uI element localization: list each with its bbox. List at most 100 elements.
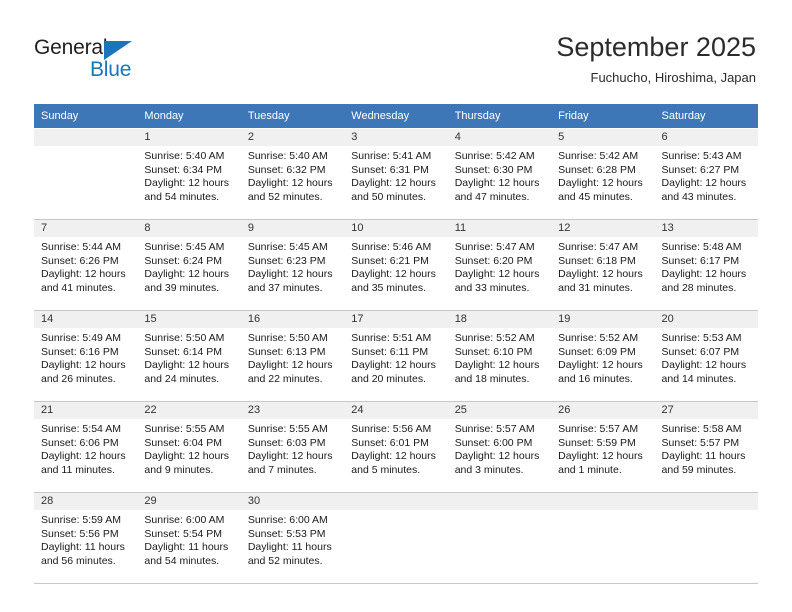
sunrise-text: Sunrise: 5:45 AM [247, 241, 328, 253]
calendar-day-cell[interactable]: 23 Sunrise: 5:55 AM Sunset: 6:03 PM Dayligh… [240, 401, 345, 493]
sunset-text: Sunset: 6:09 PM [558, 345, 636, 358]
calendar-day-cell[interactable]: 14 Sunrise: 5:49 AM Sunset: 6:16 PM Dayligh… [34, 310, 138, 402]
daylight-text-line2: and 1 minute. [558, 463, 622, 476]
daylight-text-line1: Daylight: 11 hours [144, 541, 229, 553]
sunrise-text: Sunrise: 5:47 AM [558, 241, 639, 253]
page-title: September 2025 [556, 32, 756, 62]
day-cell-inner: 11 Sunrise: 5:47 AM Sunset: 6:20 PM Dayligh… [447, 220, 552, 310]
day-cell-inner: 23 Sunrise: 5:55 AM Sunset: 6:03 PM Dayligh… [240, 402, 345, 492]
calendar-day-cell[interactable]: 13 Sunrise: 5:48 AM Sunset: 6:17 PM Dayligh… [654, 219, 758, 311]
daylight-text-line2: and 22 minutes. [247, 372, 323, 385]
weekday-header-sunday: Sunday [34, 104, 138, 129]
calendar-day-cell[interactable]: 9 Sunrise: 5:45 AM Sunset: 6:23 PM Daylight… [240, 219, 345, 311]
calendar-day-cell[interactable]: 28 Sunrise: 5:59 AM Sunset: 5:56 PM Dayligh… [34, 492, 138, 584]
calendar-day-cell[interactable]: 1 Sunrise: 5:40 AM Sunset: 6:34 PM Daylight… [137, 128, 241, 220]
sunrise-text: Sunrise: 5:54 AM [41, 423, 121, 435]
daylight-text-line2: and 37 minutes. [247, 281, 323, 294]
calendar-day-cell[interactable]: 10 Sunrise: 5:46 AM Sunset: 6:21 PM Dayligh… [344, 219, 448, 311]
calendar-week-row: 28 Sunrise: 5:59 AM Sunset: 5:56 PM Dayligh… [34, 492, 758, 584]
daylight-text-line2: and 33 minutes. [454, 281, 530, 294]
sunset-text: Sunset: 6:26 PM [41, 254, 119, 267]
daylight-text-line2: and 7 minutes. [247, 463, 317, 476]
daylight-text-line1: Daylight: 12 hours [351, 268, 436, 280]
calendar-header-row: Sunday Monday Tuesday Wednesday Thursday… [34, 104, 758, 129]
calendar-day-cell[interactable]: 24 Sunrise: 5:56 AM Sunset: 6:01 PM Dayligh… [344, 401, 448, 493]
daylight-text-line2: and 16 minutes. [558, 372, 633, 385]
daylight-text-line1: Daylight: 11 hours [247, 541, 332, 553]
calendar-day-cell[interactable]: 17 Sunrise: 5:51 AM Sunset: 6:11 PM Dayligh… [344, 310, 448, 402]
daylight-text-line2: and 28 minutes. [661, 281, 737, 294]
day-cell-inner: 6 Sunrise: 5:43 AM Sunset: 6:27 PM Daylight… [654, 129, 758, 219]
day-details: Sunrise: 5:50 AM Sunset: 6:13 PM Daylight:… [241, 328, 344, 386]
sunrise-text: Sunrise: 5:57 AM [558, 423, 639, 435]
calendar-day-cell[interactable]: 12 Sunrise: 5:47 AM Sunset: 6:18 PM Dayligh… [551, 219, 655, 311]
sunset-text: Sunset: 6:31 PM [351, 163, 429, 176]
day-number: 6 [654, 129, 758, 146]
sunrise-text: Sunrise: 5:47 AM [454, 241, 535, 253]
calendar-day-cell[interactable]: 26 Sunrise: 5:57 AM Sunset: 5:59 PM Dayligh… [551, 401, 655, 493]
calendar-day-cell[interactable]: 29 Sunrise: 6:00 AM Sunset: 5:54 PM Dayligh… [137, 492, 241, 584]
calendar-day-cell[interactable]: 18 Sunrise: 5:52 AM Sunset: 6:10 PM Dayligh… [447, 310, 552, 402]
sunset-text: Sunset: 6:13 PM [247, 345, 326, 358]
calendar-day-cell[interactable]: 15 Sunrise: 5:50 AM Sunset: 6:14 PM Dayligh… [137, 310, 241, 402]
calendar-day-cell[interactable]: 27 Sunrise: 5:58 AM Sunset: 5:57 PM Dayligh… [654, 401, 758, 493]
day-details: Sunrise: 5:59 AM Sunset: 5:56 PM Daylight:… [34, 510, 137, 568]
day-number: 1 [137, 129, 241, 146]
day-cell-inner [34, 129, 138, 219]
day-cell-inner: 3 Sunrise: 5:41 AM Sunset: 6:31 PM Daylight… [344, 129, 448, 219]
calendar-day-cell[interactable]: 22 Sunrise: 5:55 AM Sunset: 6:04 PM Dayligh… [137, 401, 241, 493]
calendar-day-cell[interactable]: 3 Sunrise: 5:41 AM Sunset: 6:31 PM Daylight… [344, 128, 448, 220]
calendar-day-cell[interactable]: 16 Sunrise: 5:50 AM Sunset: 6:13 PM Dayligh… [240, 310, 345, 402]
calendar-cell-empty [447, 492, 552, 584]
calendar-day-cell[interactable]: 30 Sunrise: 6:00 AM Sunset: 5:53 PM Dayligh… [240, 492, 345, 584]
day-cell-inner: 22 Sunrise: 5:55 AM Sunset: 6:04 PM Dayligh… [137, 402, 241, 492]
calendar-day-cell[interactable]: 4 Sunrise: 5:42 AM Sunset: 6:30 PM Daylight… [447, 128, 552, 220]
sunset-text: Sunset: 6:04 PM [144, 436, 223, 449]
calendar-day-cell[interactable]: 19 Sunrise: 5:52 AM Sunset: 6:09 PM Dayligh… [551, 310, 655, 402]
sunrise-text: Sunrise: 5:42 AM [558, 150, 639, 162]
day-number: 23 [240, 402, 345, 419]
calendar-day-cell[interactable]: 8 Sunrise: 5:45 AM Sunset: 6:24 PM Daylight… [137, 219, 241, 311]
calendar-day-cell[interactable]: 7 Sunrise: 5:44 AM Sunset: 6:26 PM Daylight… [34, 219, 138, 311]
day-number [551, 493, 655, 510]
calendar-day-cell[interactable]: 21 Sunrise: 5:54 AM Sunset: 6:06 PM Dayligh… [34, 401, 138, 493]
calendar-day-cell[interactable]: 5 Sunrise: 5:42 AM Sunset: 6:28 PM Daylight… [551, 128, 655, 220]
day-number: 8 [137, 220, 241, 237]
sunrise-text: Sunrise: 5:53 AM [661, 332, 742, 344]
sunrise-text: Sunrise: 5:59 AM [41, 514, 121, 526]
daylight-text-line1: Daylight: 12 hours [41, 450, 126, 462]
day-details: Sunrise: 5:44 AM Sunset: 6:26 PM Daylight:… [34, 237, 137, 295]
day-cell-inner: 26 Sunrise: 5:57 AM Sunset: 5:59 PM Dayligh… [551, 402, 655, 492]
day-cell-inner: 15 Sunrise: 5:50 AM Sunset: 6:14 PM Dayligh… [137, 311, 241, 401]
day-details: Sunrise: 5:47 AM Sunset: 6:20 PM Daylight:… [448, 237, 551, 295]
day-details: Sunrise: 6:00 AM Sunset: 5:54 PM Daylight:… [137, 510, 240, 568]
day-number: 7 [34, 220, 138, 237]
day-details: Sunrise: 5:45 AM Sunset: 6:24 PM Daylight:… [137, 237, 240, 295]
day-cell-inner: 17 Sunrise: 5:51 AM Sunset: 6:11 PM Dayligh… [344, 311, 448, 401]
day-details: Sunrise: 5:52 AM Sunset: 6:09 PM Daylight:… [551, 328, 654, 386]
calendar-day-cell[interactable]: 25 Sunrise: 5:57 AM Sunset: 6:00 PM Dayligh… [447, 401, 552, 493]
day-number: 11 [447, 220, 552, 237]
sunrise-text: Sunrise: 5:52 AM [558, 332, 639, 344]
generalblue-logo[interactable]: General Blue [34, 36, 194, 86]
calendar-cell-empty [34, 128, 138, 220]
sunset-text: Sunset: 6:00 PM [454, 436, 533, 449]
sunset-text: Sunset: 6:01 PM [351, 436, 429, 449]
day-details: Sunrise: 5:42 AM Sunset: 6:30 PM Daylight:… [448, 146, 551, 204]
calendar-day-cell[interactable]: 2 Sunrise: 5:40 AM Sunset: 6:32 PM Daylight… [240, 128, 345, 220]
sunrise-text: Sunrise: 5:55 AM [144, 423, 225, 435]
daylight-text-line2: and 54 minutes. [144, 190, 220, 203]
calendar-body: 1 Sunrise: 5:40 AM Sunset: 6:34 PM Daylight… [34, 128, 758, 584]
sunset-text: Sunset: 6:20 PM [454, 254, 533, 267]
day-details: Sunrise: 6:00 AM Sunset: 5:53 PM Daylight:… [241, 510, 344, 568]
calendar-day-cell[interactable]: 20 Sunrise: 5:53 AM Sunset: 6:07 PM Dayligh… [654, 310, 758, 402]
calendar-day-cell[interactable]: 6 Sunrise: 5:43 AM Sunset: 6:27 PM Daylight… [654, 128, 758, 220]
calendar-day-cell[interactable]: 11 Sunrise: 5:47 AM Sunset: 6:20 PM Dayligh… [447, 219, 552, 311]
sunset-text: Sunset: 6:17 PM [661, 254, 740, 267]
day-details: Sunrise: 5:55 AM Sunset: 6:03 PM Daylight:… [241, 419, 344, 477]
daylight-text-line2: and 47 minutes. [454, 190, 530, 203]
calendar-cell-empty [654, 492, 758, 584]
daylight-text-line2: and 52 minutes. [247, 190, 323, 203]
daylight-text-line1: Daylight: 12 hours [41, 359, 126, 371]
daylight-text-line2: and 54 minutes. [144, 554, 220, 567]
